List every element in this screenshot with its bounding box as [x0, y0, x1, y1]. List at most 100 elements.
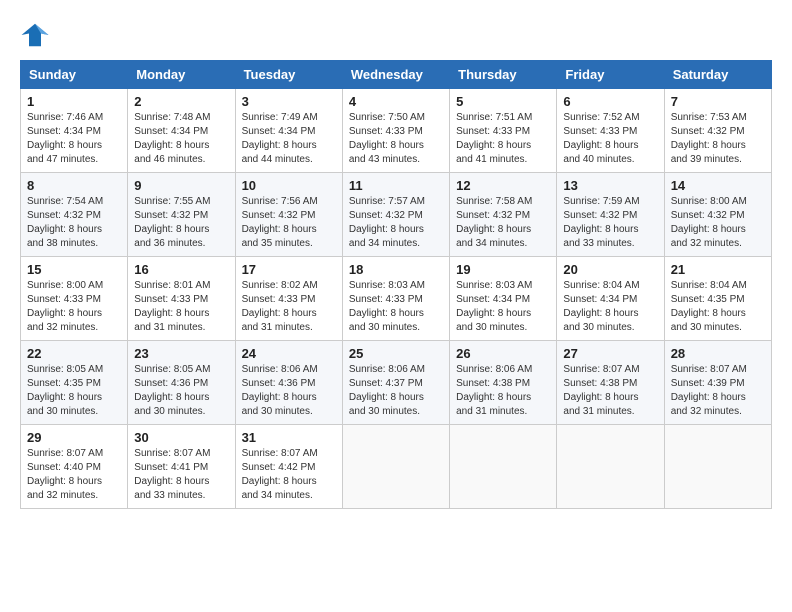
header-row: SundayMondayTuesdayWednesdayThursdayFrid… — [21, 61, 772, 89]
day-cell: 25 Sunrise: 8:06 AM Sunset: 4:37 PM Dayl… — [342, 341, 449, 425]
day-number: 15 — [27, 262, 121, 277]
daylight-label: Daylight: 8 hours and 38 minutes. — [27, 224, 102, 249]
day-cell: 12 Sunrise: 7:58 AM Sunset: 4:32 PM Dayl… — [450, 173, 557, 257]
sunrise-label: Sunrise: 8:06 AM — [456, 364, 532, 375]
sunrise-label: Sunrise: 8:07 AM — [27, 448, 103, 459]
sunrise-label: Sunrise: 7:54 AM — [27, 196, 103, 207]
sunrise-label: Sunrise: 8:07 AM — [134, 448, 210, 459]
sunrise-label: Sunrise: 8:03 AM — [349, 280, 425, 291]
day-number: 10 — [242, 178, 336, 193]
daylight-label: Daylight: 8 hours and 46 minutes. — [134, 140, 209, 165]
daylight-label: Daylight: 8 hours and 32 minutes. — [27, 476, 102, 501]
day-content: Sunrise: 7:59 AM Sunset: 4:32 PM Dayligh… — [563, 195, 657, 251]
sunrise-label: Sunrise: 8:04 AM — [563, 280, 639, 291]
day-number: 2 — [134, 94, 228, 109]
day-number: 9 — [134, 178, 228, 193]
daylight-label: Daylight: 8 hours and 33 minutes. — [134, 476, 209, 501]
daylight-label: Daylight: 8 hours and 44 minutes. — [242, 140, 317, 165]
day-cell: 13 Sunrise: 7:59 AM Sunset: 4:32 PM Dayl… — [557, 173, 664, 257]
sunset-label: Sunset: 4:33 PM — [456, 126, 530, 137]
daylight-label: Daylight: 8 hours and 47 minutes. — [27, 140, 102, 165]
sunrise-label: Sunrise: 7:52 AM — [563, 112, 639, 123]
header-wednesday: Wednesday — [342, 61, 449, 89]
sunrise-label: Sunrise: 7:53 AM — [671, 112, 747, 123]
daylight-label: Daylight: 8 hours and 30 minutes. — [242, 392, 317, 417]
sunset-label: Sunset: 4:39 PM — [671, 378, 745, 389]
day-content: Sunrise: 8:06 AM Sunset: 4:38 PM Dayligh… — [456, 363, 550, 419]
day-content: Sunrise: 7:52 AM Sunset: 4:33 PM Dayligh… — [563, 111, 657, 167]
day-cell: 5 Sunrise: 7:51 AM Sunset: 4:33 PM Dayli… — [450, 89, 557, 173]
day-cell: 10 Sunrise: 7:56 AM Sunset: 4:32 PM Dayl… — [235, 173, 342, 257]
day-cell: 8 Sunrise: 7:54 AM Sunset: 4:32 PM Dayli… — [21, 173, 128, 257]
daylight-label: Daylight: 8 hours and 30 minutes. — [349, 392, 424, 417]
sunrise-label: Sunrise: 8:07 AM — [242, 448, 318, 459]
sunrise-label: Sunrise: 7:58 AM — [456, 196, 532, 207]
day-cell — [557, 425, 664, 509]
day-number: 11 — [349, 178, 443, 193]
sunset-label: Sunset: 4:32 PM — [671, 126, 745, 137]
day-content: Sunrise: 7:51 AM Sunset: 4:33 PM Dayligh… — [456, 111, 550, 167]
sunset-label: Sunset: 4:33 PM — [563, 126, 637, 137]
day-cell: 7 Sunrise: 7:53 AM Sunset: 4:32 PM Dayli… — [664, 89, 771, 173]
day-cell: 4 Sunrise: 7:50 AM Sunset: 4:33 PM Dayli… — [342, 89, 449, 173]
day-cell: 1 Sunrise: 7:46 AM Sunset: 4:34 PM Dayli… — [21, 89, 128, 173]
daylight-label: Daylight: 8 hours and 40 minutes. — [563, 140, 638, 165]
calendar-table: SundayMondayTuesdayWednesdayThursdayFrid… — [20, 60, 772, 509]
sunset-label: Sunset: 4:33 PM — [134, 294, 208, 305]
sunset-label: Sunset: 4:33 PM — [349, 294, 423, 305]
day-number: 24 — [242, 346, 336, 361]
sunrise-label: Sunrise: 7:56 AM — [242, 196, 318, 207]
daylight-label: Daylight: 8 hours and 31 minutes. — [242, 308, 317, 333]
day-content: Sunrise: 8:07 AM Sunset: 4:40 PM Dayligh… — [27, 447, 121, 503]
day-content: Sunrise: 8:04 AM Sunset: 4:34 PM Dayligh… — [563, 279, 657, 335]
day-content: Sunrise: 7:54 AM Sunset: 4:32 PM Dayligh… — [27, 195, 121, 251]
sunrise-label: Sunrise: 8:02 AM — [242, 280, 318, 291]
daylight-label: Daylight: 8 hours and 30 minutes. — [134, 392, 209, 417]
sunset-label: Sunset: 4:36 PM — [242, 378, 316, 389]
header-sunday: Sunday — [21, 61, 128, 89]
day-cell: 26 Sunrise: 8:06 AM Sunset: 4:38 PM Dayl… — [450, 341, 557, 425]
sunrise-label: Sunrise: 7:55 AM — [134, 196, 210, 207]
day-number: 28 — [671, 346, 765, 361]
day-number: 21 — [671, 262, 765, 277]
day-content: Sunrise: 8:03 AM Sunset: 4:33 PM Dayligh… — [349, 279, 443, 335]
day-number: 1 — [27, 94, 121, 109]
day-content: Sunrise: 8:05 AM Sunset: 4:35 PM Dayligh… — [27, 363, 121, 419]
sunset-label: Sunset: 4:41 PM — [134, 462, 208, 473]
logo — [20, 20, 54, 50]
day-content: Sunrise: 7:50 AM Sunset: 4:33 PM Dayligh… — [349, 111, 443, 167]
daylight-label: Daylight: 8 hours and 30 minutes. — [27, 392, 102, 417]
day-content: Sunrise: 8:07 AM Sunset: 4:39 PM Dayligh… — [671, 363, 765, 419]
daylight-label: Daylight: 8 hours and 31 minutes. — [134, 308, 209, 333]
daylight-label: Daylight: 8 hours and 32 minutes. — [27, 308, 102, 333]
day-cell: 18 Sunrise: 8:03 AM Sunset: 4:33 PM Dayl… — [342, 257, 449, 341]
day-number: 27 — [563, 346, 657, 361]
sunset-label: Sunset: 4:34 PM — [242, 126, 316, 137]
sunrise-label: Sunrise: 7:49 AM — [242, 112, 318, 123]
day-number: 31 — [242, 430, 336, 445]
sunset-label: Sunset: 4:32 PM — [563, 210, 637, 221]
daylight-label: Daylight: 8 hours and 30 minutes. — [563, 308, 638, 333]
daylight-label: Daylight: 8 hours and 32 minutes. — [671, 224, 746, 249]
sunset-label: Sunset: 4:32 PM — [242, 210, 316, 221]
sunrise-label: Sunrise: 8:00 AM — [671, 196, 747, 207]
sunset-label: Sunset: 4:34 PM — [456, 294, 530, 305]
sunrise-label: Sunrise: 8:00 AM — [27, 280, 103, 291]
sunset-label: Sunset: 4:32 PM — [27, 210, 101, 221]
day-content: Sunrise: 8:00 AM Sunset: 4:33 PM Dayligh… — [27, 279, 121, 335]
sunrise-label: Sunrise: 8:03 AM — [456, 280, 532, 291]
week-row-2: 8 Sunrise: 7:54 AM Sunset: 4:32 PM Dayli… — [21, 173, 772, 257]
daylight-label: Daylight: 8 hours and 30 minutes. — [456, 308, 531, 333]
sunset-label: Sunset: 4:34 PM — [27, 126, 101, 137]
day-number: 16 — [134, 262, 228, 277]
day-number: 20 — [563, 262, 657, 277]
week-row-5: 29 Sunrise: 8:07 AM Sunset: 4:40 PM Dayl… — [21, 425, 772, 509]
day-cell: 15 Sunrise: 8:00 AM Sunset: 4:33 PM Dayl… — [21, 257, 128, 341]
sunrise-label: Sunrise: 7:57 AM — [349, 196, 425, 207]
sunrise-label: Sunrise: 7:59 AM — [563, 196, 639, 207]
daylight-label: Daylight: 8 hours and 35 minutes. — [242, 224, 317, 249]
day-number: 25 — [349, 346, 443, 361]
day-cell — [450, 425, 557, 509]
day-cell: 3 Sunrise: 7:49 AM Sunset: 4:34 PM Dayli… — [235, 89, 342, 173]
day-cell: 30 Sunrise: 8:07 AM Sunset: 4:41 PM Dayl… — [128, 425, 235, 509]
